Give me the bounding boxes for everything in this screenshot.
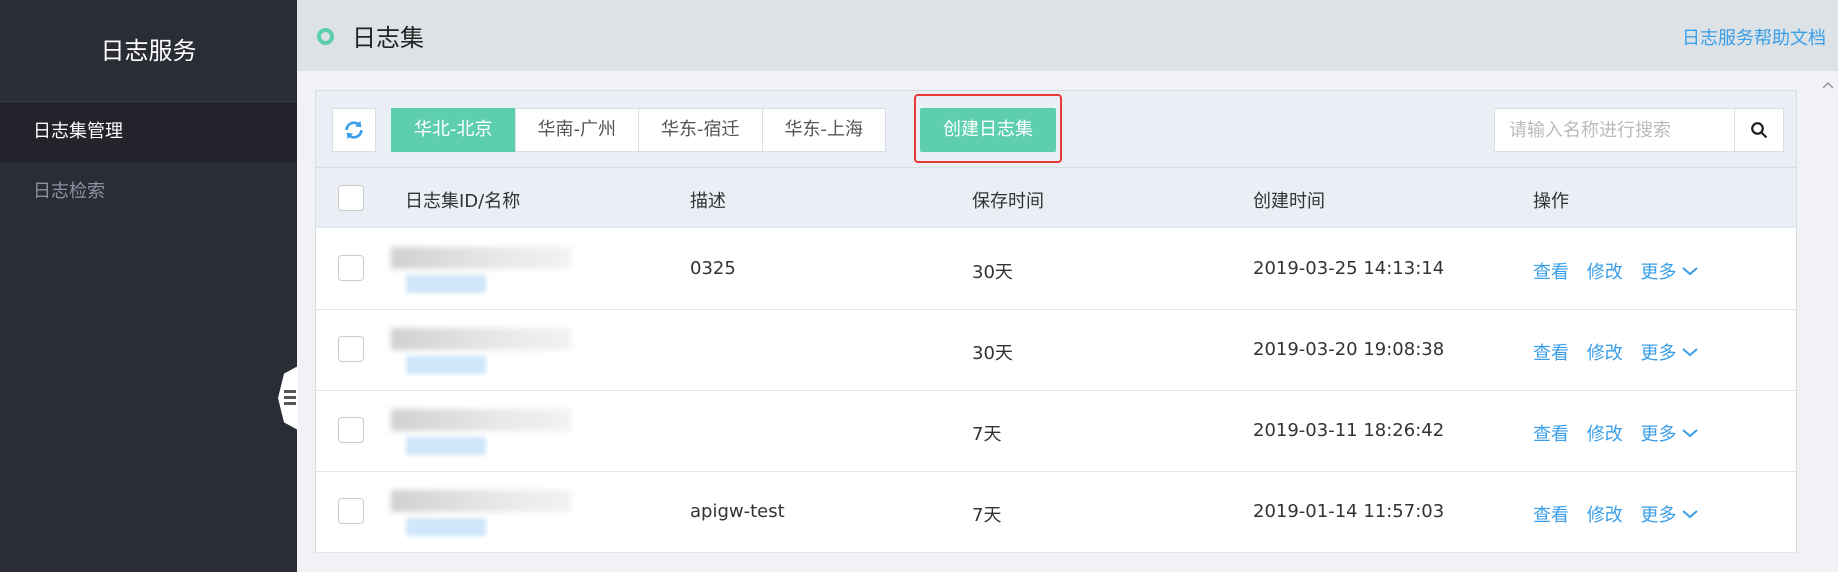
view-link[interactable]: 查看 <box>1533 262 1569 283</box>
page-header: 日志集 日志服务帮助文档 <box>297 0 1838 71</box>
redacted-logset-id <box>391 247 571 269</box>
status-dot-icon <box>317 28 334 45</box>
redacted-logset-name <box>406 518 486 536</box>
row-created-time: 2019-03-20 19:08:38 <box>1253 339 1445 360</box>
row-retention: 7天 <box>972 424 1002 445</box>
region-tab-guangzhou[interactable]: 华南-广州 <box>514 108 639 152</box>
more-label: 更多 <box>1640 262 1677 283</box>
more-dropdown[interactable]: 更多 <box>1640 501 1699 527</box>
search-button[interactable] <box>1734 109 1783 151</box>
sidebar-title: 日志服务 <box>0 0 297 102</box>
redacted-logset-name <box>406 356 486 374</box>
chevron-down-icon <box>1682 267 1699 276</box>
row-checkbox[interactable] <box>338 498 364 524</box>
select-all-checkbox[interactable] <box>338 185 364 211</box>
redacted-logset-id <box>391 409 571 431</box>
region-tab-shanghai[interactable]: 华东-上海 <box>761 108 886 152</box>
column-header-retention: 保存时间 <box>972 191 1044 212</box>
page-title: 日志集 <box>352 24 424 52</box>
row-created-time: 2019-01-14 11:57:03 <box>1253 501 1445 522</box>
more-dropdown[interactable]: 更多 <box>1640 258 1699 284</box>
edit-link[interactable]: 修改 <box>1587 343 1623 364</box>
column-header-id-name: 日志集ID/名称 <box>405 191 521 212</box>
row-actions: 查看 修改 更多 <box>1533 258 1699 284</box>
row-actions: 查看 修改 更多 <box>1533 420 1699 446</box>
row-checkbox[interactable] <box>338 417 364 443</box>
chevron-down-icon <box>1682 348 1699 357</box>
table-row: 0325 30天 2019-03-25 14:13:14 查看 修改 更多 <box>316 229 1796 310</box>
more-label: 更多 <box>1640 424 1677 445</box>
row-checkbox[interactable] <box>338 255 364 281</box>
view-link[interactable]: 查看 <box>1533 343 1569 364</box>
table-row: 7天 2019-03-11 18:26:42 查看 修改 更多 <box>316 391 1796 472</box>
toolbar: 华北-北京 华南-广州 华东-宿迁 华东-上海 创建日志集 <box>316 91 1796 168</box>
logset-panel: 华北-北京 华南-广州 华东-宿迁 华东-上海 创建日志集 日志集ID/名称 描… <box>315 90 1797 553</box>
search-icon <box>1751 122 1768 139</box>
row-description: apigw-test <box>690 501 785 522</box>
sidebar-item-logset-management[interactable]: 日志集管理 <box>0 102 297 162</box>
region-tabs: 华北-北京 华南-广州 华东-宿迁 华东-上海 <box>391 108 886 152</box>
region-tab-beijing[interactable]: 华北-北京 <box>391 108 516 152</box>
refresh-button[interactable] <box>332 108 376 152</box>
chevron-down-icon <box>1682 429 1699 438</box>
row-retention: 30天 <box>972 343 1013 364</box>
search-input[interactable] <box>1495 109 1734 151</box>
chevron-down-icon <box>1682 510 1699 519</box>
sidebar-item-log-search[interactable]: 日志检索 <box>0 162 297 222</box>
search-box <box>1494 108 1784 152</box>
edit-link[interactable]: 修改 <box>1587 505 1623 526</box>
more-dropdown[interactable]: 更多 <box>1640 420 1699 446</box>
table-header: 日志集ID/名称 描述 保存时间 创建时间 操作 <box>316 168 1796 228</box>
region-tab-suqian[interactable]: 华东-宿迁 <box>638 108 763 152</box>
row-checkbox[interactable] <box>338 336 364 362</box>
more-label: 更多 <box>1640 505 1677 526</box>
redacted-logset-name <box>406 275 486 293</box>
refresh-icon <box>345 120 363 140</box>
row-created-time: 2019-03-11 18:26:42 <box>1253 420 1445 441</box>
row-description: 0325 <box>690 258 736 279</box>
row-actions: 查看 修改 更多 <box>1533 339 1699 365</box>
help-doc-link[interactable]: 日志服务帮助文档 <box>1682 24 1826 50</box>
redacted-logset-name <box>406 437 486 455</box>
redacted-logset-id <box>391 328 571 350</box>
view-link[interactable]: 查看 <box>1533 505 1569 526</box>
edit-link[interactable]: 修改 <box>1587 262 1623 283</box>
column-header-created: 创建时间 <box>1253 191 1325 212</box>
column-header-description: 描述 <box>690 191 726 212</box>
table-row: 30天 2019-03-20 19:08:38 查看 修改 更多 <box>316 310 1796 391</box>
sidebar: 日志服务 日志集管理 日志检索 <box>0 0 297 572</box>
view-link[interactable]: 查看 <box>1533 424 1569 445</box>
more-dropdown[interactable]: 更多 <box>1640 339 1699 365</box>
scroll-up-icon[interactable] <box>1822 80 1834 90</box>
row-retention: 30天 <box>972 262 1013 283</box>
edit-link[interactable]: 修改 <box>1587 424 1623 445</box>
collapse-icon <box>284 390 296 406</box>
create-logset-button[interactable]: 创建日志集 <box>920 108 1056 152</box>
column-header-actions: 操作 <box>1533 191 1569 212</box>
row-retention: 7天 <box>972 505 1002 526</box>
row-actions: 查看 修改 更多 <box>1533 501 1699 527</box>
more-label: 更多 <box>1640 343 1677 364</box>
table-row: apigw-test 7天 2019-01-14 11:57:03 查看 修改 … <box>316 472 1796 553</box>
row-created-time: 2019-03-25 14:13:14 <box>1253 258 1445 279</box>
redacted-logset-id <box>391 490 571 512</box>
